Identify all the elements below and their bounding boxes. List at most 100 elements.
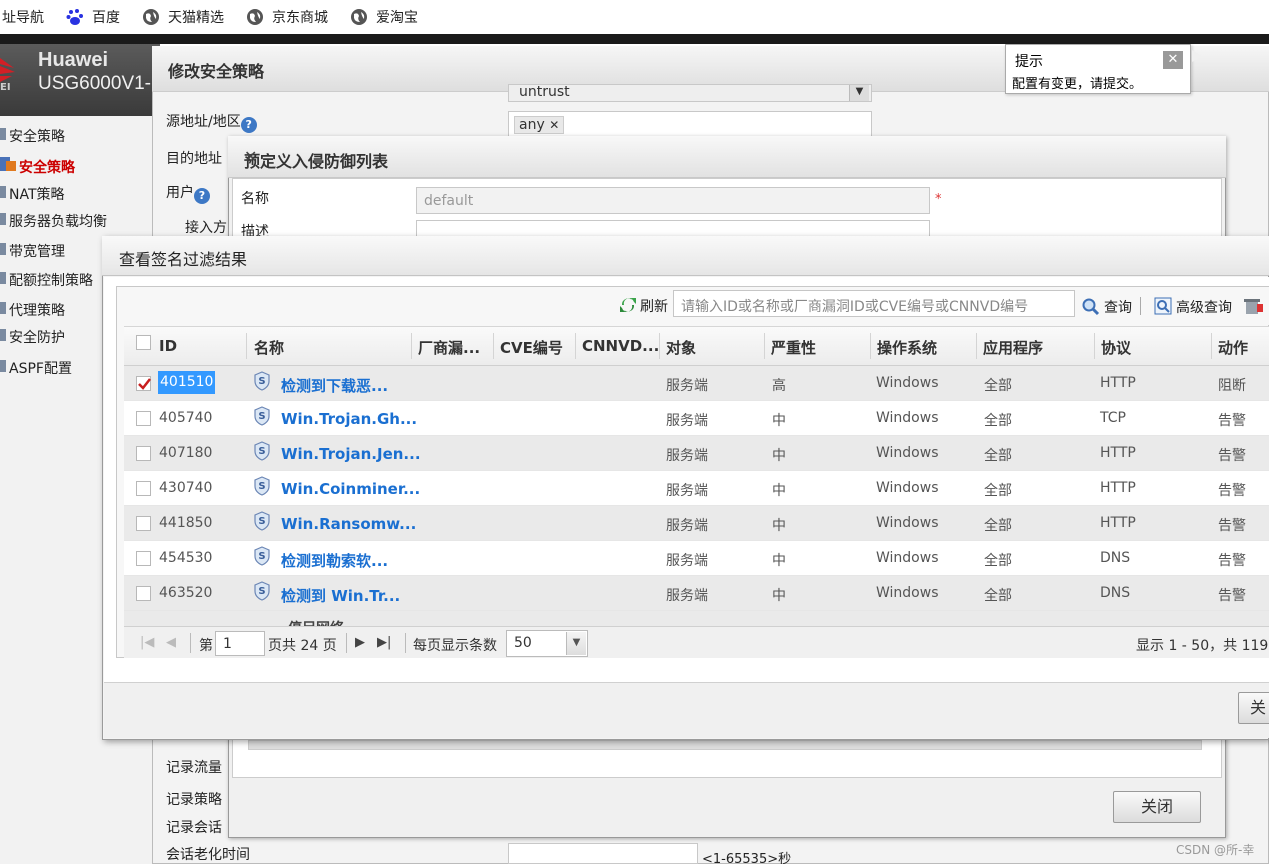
cell-app: 全部 — [984, 448, 1012, 464]
src-region-input[interactable]: any ✕ — [508, 111, 872, 138]
sidebar-item-security-policy-group[interactable]: 安全策略 — [9, 126, 65, 146]
search-icon[interactable] — [1082, 298, 1100, 316]
tag-remove-icon[interactable]: ✕ — [549, 118, 559, 132]
sidebar-item-aspf[interactable]: ASPF配置 — [9, 358, 72, 378]
advanced-query-button[interactable]: 高级查询 — [1176, 297, 1232, 317]
bookmark-nav[interactable]: 址导航 — [2, 7, 44, 27]
col-vendor-vuln[interactable]: 厂商漏... — [418, 337, 480, 358]
table-row-partial[interactable]: ...停足网络 — [124, 611, 1269, 626]
signature-name-link[interactable]: Win.Coinminer... — [281, 480, 420, 498]
log-policy-label: 记录策略 — [166, 792, 222, 808]
bookmark-aitaobao[interactable]: 爱淘宝 — [350, 7, 418, 27]
ips-profile-dialog-titlebar[interactable]: 预定义入侵防御列表 ✕ — [228, 136, 1226, 178]
sidebar-item-protection[interactable]: 安全防护 — [9, 327, 65, 347]
svg-text:S: S — [258, 411, 265, 422]
cell-target: 服务端 — [666, 518, 708, 534]
row-checkbox[interactable] — [136, 376, 151, 391]
help-icon[interactable]: ? — [194, 188, 210, 204]
col-cve[interactable]: CVE编号 — [500, 337, 563, 358]
cell-severity: 中 — [772, 413, 786, 429]
sidebar-item-slb[interactable]: 服务器负载均衡 — [9, 211, 107, 231]
row-checkbox[interactable] — [136, 551, 151, 566]
signature-name-link[interactable]: 检测到 Win.Tr... — [281, 585, 400, 606]
cell-os: Windows — [876, 375, 939, 391]
row-checkbox[interactable] — [136, 586, 151, 601]
next-page-icon[interactable]: ▶ — [355, 635, 365, 650]
signature-name-link[interactable]: Win.Ransomw... — [281, 515, 416, 533]
col-target[interactable]: 对象 — [666, 337, 696, 358]
col-id[interactable]: ID — [159, 337, 177, 355]
col-os[interactable]: 操作系统 — [877, 337, 937, 358]
svg-text:S: S — [258, 481, 265, 492]
table-row[interactable]: 401510 S 检测到下载恶... 服务端 高 Windows 全部 HTTP 阻断 — [124, 366, 1269, 401]
table-row[interactable]: 430740 S Win.Coinminer... 服务端 中 Windows 全部 HTTP… — [124, 471, 1269, 506]
first-page-icon[interactable]: |◀ — [140, 635, 154, 650]
session-age-label: 会话老化时间 — [166, 847, 250, 863]
bookmark-tmall[interactable]: 天猫精选 — [142, 7, 224, 27]
ips-list-scrollbar[interactable] — [248, 740, 1202, 750]
row-id: 463520 — [159, 585, 213, 601]
per-page-select[interactable]: 50 ▼ — [506, 630, 588, 657]
profile-desc-input[interactable] — [416, 220, 930, 237]
refresh-button[interactable]: 刷新 — [640, 296, 668, 316]
col-divider — [1211, 333, 1212, 359]
zone-select[interactable]: untrust ▼ — [508, 84, 872, 102]
user-label: 用户? — [166, 182, 210, 204]
prev-page-icon[interactable]: ◀ — [166, 635, 176, 650]
per-page-label: 每页显示条数 — [413, 638, 497, 654]
signature-name-link[interactable]: Win.Trojan.Gh... — [281, 410, 417, 428]
session-age-range: <1-65535>秒 — [702, 852, 792, 864]
row-checkbox[interactable] — [136, 446, 151, 461]
clear-filter-icon[interactable] — [1244, 297, 1264, 315]
table-row[interactable]: 405740 S Win.Trojan.Gh... 服务端 中 Windows 全部 TCP 告… — [124, 401, 1269, 436]
signature-results-close-button[interactable]: 关 — [1238, 692, 1269, 724]
col-protocol[interactable]: 协议 — [1101, 337, 1131, 358]
bookmark-baidu[interactable]: 百度 — [66, 7, 120, 27]
col-action[interactable]: 动作 — [1218, 337, 1248, 358]
sidebar-item-quota[interactable]: 配额控制策略 — [9, 270, 93, 290]
cell-os: Windows — [876, 480, 939, 496]
toolbar-divider — [1140, 297, 1141, 315]
ips-dialog-close-icon[interactable]: ✕ — [244, 147, 1206, 166]
last-page-icon[interactable]: ▶| — [377, 635, 391, 650]
signature-search-input[interactable]: 请输入ID或名称或厂商漏洞ID或CVE编号或CNNVD编号 — [673, 290, 1075, 317]
help-icon[interactable]: ? — [240, 117, 257, 133]
tooltip-close-icon[interactable]: ✕ — [1163, 51, 1183, 69]
col-cnnvd[interactable]: CNNVD... — [582, 337, 659, 355]
session-age-input[interactable] — [508, 843, 698, 864]
sidebar-item-proxy[interactable]: 代理策略 — [9, 300, 65, 320]
row-checkbox[interactable] — [136, 481, 151, 496]
table-row[interactable]: 407180 S Win.Trojan.Jen... 服务端 中 Windows 全部 HTT… — [124, 436, 1269, 471]
profile-name-input[interactable]: default — [416, 187, 930, 214]
select-all-checkbox[interactable] — [136, 335, 151, 350]
bookmark-jd[interactable]: 京东商城 — [246, 7, 328, 27]
sidebar-item-security-policy[interactable]: 安全策略 — [19, 157, 75, 177]
cell-app: 全部 — [984, 378, 1012, 394]
pager-divider — [346, 633, 347, 653]
col-application[interactable]: 应用程序 — [983, 337, 1043, 358]
chevron-down-icon[interactable]: ▼ — [849, 85, 869, 101]
policy-icon — [0, 157, 16, 171]
signature-results-titlebar[interactable]: 查看签名过滤结果 — [102, 236, 1269, 276]
table-row[interactable]: 463520 S 检测到 Win.Tr... 服务端 中 Windows 全部 DNS 告警 — [124, 576, 1269, 611]
sidebar-item-nat[interactable]: NAT策略 — [9, 184, 65, 204]
ips-close-button[interactable]: 关闭 — [1113, 791, 1201, 823]
query-button[interactable]: 查询 — [1104, 297, 1132, 317]
row-checkbox[interactable] — [136, 411, 151, 426]
refresh-icon[interactable] — [619, 296, 637, 314]
signature-shield-icon: S — [254, 546, 270, 566]
table-row[interactable]: 454530 S 检测到勒索软... 服务端 中 Windows 全部 DNS 告警 — [124, 541, 1269, 576]
signature-name-link[interactable]: 检测到勒索软... — [281, 550, 388, 571]
row-checkbox[interactable] — [136, 516, 151, 531]
chevron-down-icon[interactable]: ▼ — [566, 632, 586, 655]
col-name[interactable]: 名称 — [254, 337, 284, 358]
signature-shield-icon: S — [254, 581, 270, 601]
row-id: 405740 — [159, 410, 213, 426]
signature-name-link[interactable]: Win.Trojan.Jen... — [281, 445, 421, 463]
col-severity[interactable]: 严重性 — [771, 337, 816, 358]
signature-name-link[interactable]: 检测到下载恶... — [281, 375, 388, 396]
sidebar-item-bandwidth[interactable]: 带宽管理 — [9, 241, 65, 261]
table-row[interactable]: 441850 S Win.Ransomw... 服务端 中 Windows 全部 HTTP 告警 — [124, 506, 1269, 541]
advanced-search-icon[interactable] — [1154, 297, 1172, 315]
page-number-input[interactable]: 1 — [215, 631, 265, 656]
